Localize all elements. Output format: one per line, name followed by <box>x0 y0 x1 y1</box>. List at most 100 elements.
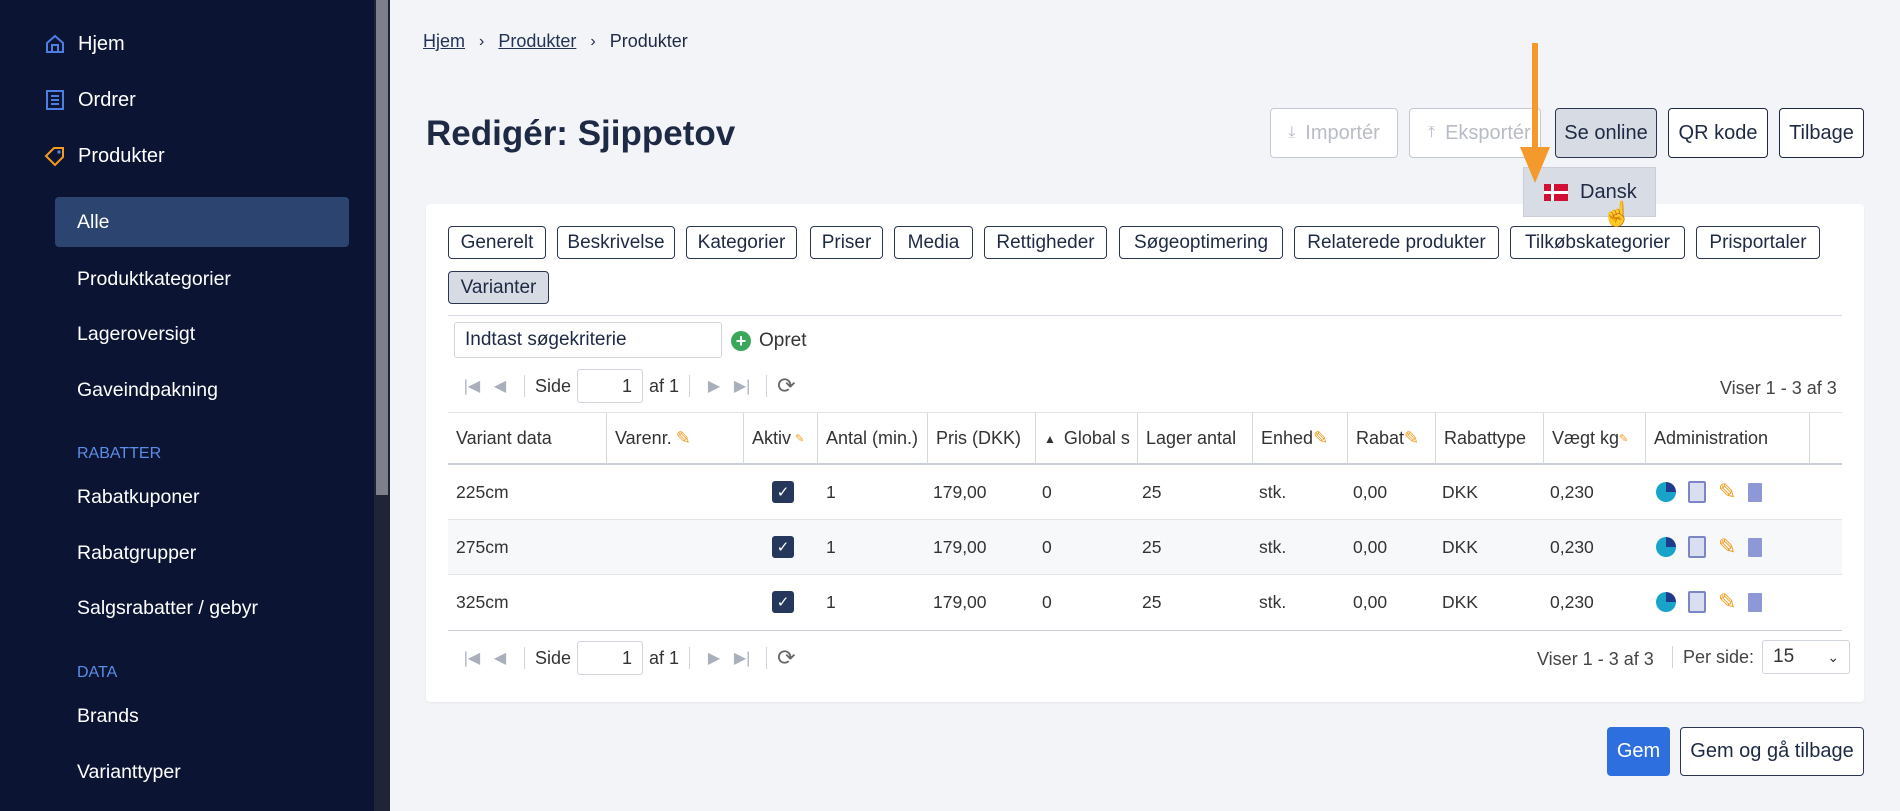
sidebar-item-products[interactable]: Produkter <box>42 138 165 174</box>
sidebar-item-varianttyper[interactable]: Varianttyper <box>77 757 181 787</box>
sidebar-item-produktkategorier[interactable]: Produktkategorier <box>77 264 231 294</box>
first-page-icon[interactable]: |◀ <box>458 648 486 668</box>
sidebar-item-rabatgrupper[interactable]: Rabatgrupper <box>77 538 196 568</box>
table-row[interactable]: 325cm ✓ 1 179,00 0 25 stk. 0,00 DKK 0,23… <box>448 575 1842 630</box>
sort-asc-icon: ▲ <box>1044 431 1056 446</box>
tab-prisportaler[interactable]: Prisportaler <box>1696 226 1820 259</box>
pencil-icon: ✎ <box>1404 428 1420 448</box>
divider <box>689 375 691 397</box>
last-page-icon[interactable]: ▶| <box>728 376 756 396</box>
save-and-back-button[interactable]: Gem og gå tilbage <box>1680 727 1864 776</box>
divider <box>1672 646 1673 668</box>
col-aktiv[interactable]: Aktiv ✎ <box>744 413 818 464</box>
cell-aktiv[interactable]: ✓ <box>772 575 794 629</box>
next-page-icon[interactable]: ▶ <box>700 376 728 396</box>
tab-relaterede-produkter[interactable]: Relaterede produkter <box>1294 226 1499 259</box>
trash-icon[interactable] <box>1748 592 1763 612</box>
refresh-icon[interactable]: ⟳ <box>777 373 795 399</box>
last-page-icon[interactable]: ▶| <box>728 648 756 668</box>
trash-icon[interactable] <box>1748 482 1763 502</box>
cell-lager: 25 <box>1142 481 1162 502</box>
col-pris[interactable]: Pris (DKK) <box>928 413 1036 464</box>
breadcrumb-products[interactable]: Produkter <box>498 31 576 52</box>
page-input[interactable]: 1 <box>577 369 644 403</box>
sidebar-scrollbar-thumb[interactable] <box>376 0 388 495</box>
pencil-icon: ✎ <box>1619 433 1629 445</box>
tab-beskrivelse[interactable]: Beskrivelse <box>557 226 675 259</box>
breadcrumb-home[interactable]: Hjem <box>423 31 465 52</box>
search-input[interactable]: Indtast søgekriterie <box>454 322 722 358</box>
checkbox-checked-icon[interactable]: ✓ <box>772 481 794 503</box>
refresh-icon[interactable]: ⟳ <box>777 645 795 671</box>
qr-code-button[interactable]: QR kode <box>1668 108 1768 158</box>
sidebar-item-gaveindpakning[interactable]: Gaveindpakning <box>77 375 218 405</box>
save-button[interactable]: Gem <box>1607 727 1670 776</box>
prev-page-icon[interactable]: ◀ <box>486 376 514 396</box>
cell-antal: 1 <box>826 536 836 557</box>
col-lager[interactable]: Lager antal <box>1138 413 1253 464</box>
table-row[interactable]: 275cm ✓ 1 179,00 0 25 stk. 0,00 DKK 0,23… <box>448 520 1842 575</box>
plus-circle-icon: + <box>731 331 751 351</box>
checkbox-checked-icon[interactable]: ✓ <box>772 591 794 613</box>
tab-soegeoptimering[interactable]: Søgeoptimering <box>1119 226 1283 259</box>
col-vaegt[interactable]: Vægt kg ✎ <box>1544 413 1646 464</box>
see-online-button[interactable]: Se online <box>1555 108 1657 158</box>
import-button[interactable]: ⤓ Importér <box>1270 108 1398 158</box>
pie-chart-icon[interactable] <box>1656 482 1676 502</box>
tabs-divider <box>448 315 1842 316</box>
danish-flag-icon <box>1544 183 1568 201</box>
tab-kategorier[interactable]: Kategorier <box>686 226 797 259</box>
next-page-icon[interactable]: ▶ <box>700 648 728 668</box>
col-varenr[interactable]: Varenr. ✎ <box>607 413 744 464</box>
pie-chart-icon[interactable] <box>1656 537 1676 557</box>
sidebar-item-rabatkuponer[interactable]: Rabatkuponer <box>77 482 200 512</box>
per-page-select[interactable]: 15 ⌄ <box>1762 640 1851 674</box>
cell-global: 0 <box>1042 481 1052 502</box>
page-count: af 1 <box>649 375 680 396</box>
tab-tilkoebskategorier[interactable]: Tilkøbskategorier <box>1510 226 1685 259</box>
edit-pencil-icon[interactable]: ✎ <box>1718 479 1736 505</box>
showing-count-top: Viser 1 - 3 af 3 <box>1720 378 1837 398</box>
create-button[interactable]: + Opret <box>731 330 807 352</box>
trash-icon[interactable] <box>1748 537 1763 557</box>
tab-media[interactable]: Media <box>894 226 973 259</box>
page-title: Redigér: Sjippetov <box>426 114 736 153</box>
pie-chart-icon[interactable] <box>1656 592 1676 612</box>
checkbox-checked-icon[interactable]: ✓ <box>772 536 794 558</box>
sidebar-item-alle[interactable]: Alle <box>77 207 110 237</box>
tab-generelt[interactable]: Generelt <box>448 226 546 259</box>
first-page-icon[interactable]: |◀ <box>458 376 486 396</box>
back-button[interactable]: Tilbage <box>1779 108 1864 158</box>
col-rabat[interactable]: Rabat ✎ <box>1348 413 1436 464</box>
pager-top: |◀ ◀ Side 1 af 1 ▶ ▶| ⟳ <box>458 368 796 404</box>
tab-rettigheder[interactable]: Rettigheder <box>984 226 1107 259</box>
col-variant-data[interactable]: Variant data <box>448 413 607 464</box>
document-icon[interactable] <box>1688 481 1706 503</box>
cell-pris: 179,00 <box>933 536 987 557</box>
edit-pencil-icon[interactable]: ✎ <box>1718 534 1736 560</box>
pencil-icon: ✎ <box>1313 428 1329 448</box>
col-rabattype[interactable]: Rabattype <box>1436 413 1544 464</box>
cell-aktiv[interactable]: ✓ <box>772 520 794 574</box>
prev-page-icon[interactable]: ◀ <box>486 648 514 668</box>
cell-pris: 179,00 <box>933 481 987 502</box>
sidebar-item-brands[interactable]: Brands <box>77 701 139 731</box>
document-icon[interactable] <box>1688 591 1706 613</box>
tab-priser[interactable]: Priser <box>810 226 883 259</box>
sidebar-item-orders[interactable]: Ordrer <box>42 82 136 118</box>
col-enhed[interactable]: Enhed ✎ <box>1253 413 1348 464</box>
sidebar-item-salgsrabatter[interactable]: Salgsrabatter / gebyr <box>77 593 258 623</box>
table-row[interactable]: 225cm ✓ 1 179,00 0 25 stk. 0,00 DKK 0,23… <box>448 465 1842 520</box>
cell-lager: 25 <box>1142 591 1162 612</box>
cell-aktiv[interactable]: ✓ <box>772 465 794 519</box>
document-icon[interactable] <box>1688 536 1706 558</box>
col-antal[interactable]: Antal (min.) <box>818 413 928 464</box>
sidebar-item-home[interactable]: Hjem <box>42 26 125 62</box>
tab-varianter[interactable]: Varianter <box>448 271 549 304</box>
divider <box>524 375 525 397</box>
cell-vaegt: 0,230 <box>1550 536 1594 557</box>
page-input[interactable]: 1 <box>577 641 644 675</box>
col-global[interactable]: ▲ Global s <box>1036 413 1138 464</box>
edit-pencil-icon[interactable]: ✎ <box>1718 589 1736 615</box>
sidebar-item-lageroversigt[interactable]: Lageroversigt <box>77 319 195 349</box>
